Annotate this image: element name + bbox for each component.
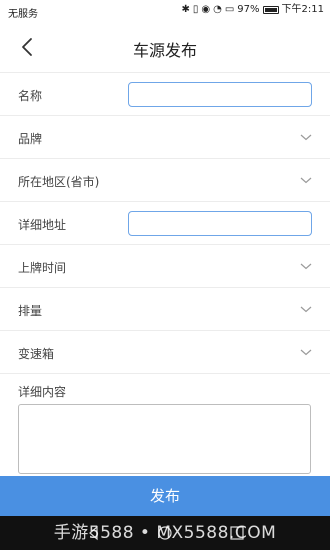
chevron-down-icon (300, 306, 312, 313)
watermark-text: 手游5588 • MX5588.COM (53, 523, 277, 543)
name-label: 名称 (18, 89, 43, 103)
address-label: 详细地址 (18, 218, 67, 232)
brand-row[interactable]: 品牌 (0, 116, 330, 159)
name-row: 名称 (0, 73, 330, 116)
detail-section: 详细内容 (0, 374, 330, 478)
chevron-down-icon (300, 177, 312, 184)
carrier-text: 无服务 (8, 9, 38, 20)
status-icons: ✱ ▯ ◉ ◔ ▭ 97% 下午2:11 (181, 4, 324, 16)
clock-time: 下午2:11 (281, 4, 324, 15)
page-title: 车源发布 (132, 41, 197, 60)
chevron-down-icon (300, 349, 312, 356)
vehicle-form: 名称 品牌 所在地区(省市) 详细地址 上牌时间 排量 变速箱 (0, 72, 330, 374)
displacement-label: 排量 (18, 304, 43, 318)
transmission-label: 变速箱 (18, 347, 55, 361)
top-nav-bar: 车源发布 (0, 22, 330, 72)
address-input[interactable] (128, 211, 312, 236)
eye-icon: ◉ (201, 4, 211, 15)
detail-label: 详细内容 (18, 385, 67, 399)
brand-label: 品牌 (18, 132, 43, 146)
battery-percent: 97% (237, 4, 260, 15)
region-row[interactable]: 所在地区(省市) (0, 159, 330, 202)
plate-time-label: 上牌时间 (18, 261, 67, 275)
address-row: 详细地址 (0, 202, 330, 245)
plate-time-row[interactable]: 上牌时间 (0, 245, 330, 288)
region-label: 所在地区(省市) (18, 175, 100, 189)
name-input[interactable] (128, 82, 312, 107)
bluetooth-icon: ✱ (181, 4, 190, 15)
battery-icon (262, 6, 279, 14)
status-bar: 无服务 ✱ ▯ ◉ ◔ ▭ 97% 下午2:11 (0, 0, 330, 22)
chevron-down-icon (300, 134, 312, 141)
detail-textarea[interactable] (18, 404, 311, 474)
chevron-down-icon (300, 263, 312, 270)
sim-icon: ▭ (224, 4, 235, 15)
transmission-row[interactable]: 变速箱 (0, 331, 330, 374)
publish-button[interactable]: 发布 (0, 476, 330, 516)
vibrate-icon: ▯ (192, 4, 199, 15)
displacement-row[interactable]: 排量 (0, 288, 330, 331)
wifi-icon: ◔ (213, 4, 222, 15)
